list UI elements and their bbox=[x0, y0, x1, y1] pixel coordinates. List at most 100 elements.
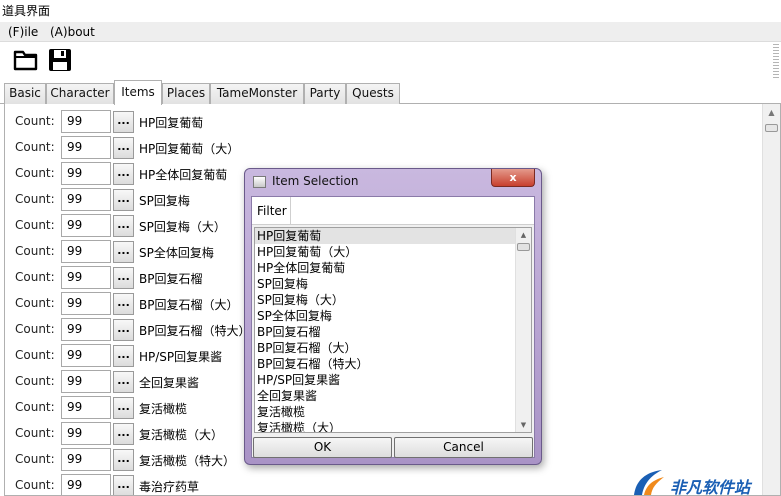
tab-strip: Basic Character Items Places TameMonster… bbox=[0, 80, 781, 105]
count-input[interactable]: 99 bbox=[61, 110, 111, 133]
tab-quests[interactable]: Quests bbox=[346, 83, 400, 104]
browse-item-button[interactable]: ... bbox=[113, 189, 134, 211]
list-item[interactable]: HP回复葡萄 bbox=[255, 228, 517, 244]
scroll-thumb[interactable] bbox=[517, 243, 530, 251]
tab-places[interactable]: Places bbox=[162, 83, 210, 104]
count-label: Count: bbox=[15, 270, 55, 284]
browse-item-button[interactable]: ... bbox=[113, 215, 134, 237]
count-input[interactable]: 99 bbox=[61, 292, 111, 315]
close-button[interactable]: x bbox=[491, 169, 535, 187]
count-input[interactable]: 99 bbox=[61, 448, 111, 471]
cancel-button[interactable]: Cancel bbox=[394, 437, 533, 458]
count-input[interactable]: 99 bbox=[61, 136, 111, 159]
count-label: Count: bbox=[15, 192, 55, 206]
count-label: Count: bbox=[15, 244, 55, 258]
count-label: Count: bbox=[15, 322, 55, 336]
ok-button[interactable]: OK bbox=[253, 437, 392, 458]
filter-field[interactable]: Filter bbox=[252, 197, 534, 225]
scroll-up-icon[interactable]: ▲ bbox=[516, 229, 531, 241]
count-input[interactable]: 99 bbox=[61, 344, 111, 367]
count-label: Count: bbox=[15, 166, 55, 180]
count-input[interactable]: 99 bbox=[61, 266, 111, 289]
window-icon bbox=[253, 176, 266, 188]
count-input[interactable]: 99 bbox=[61, 370, 111, 393]
tab-basic[interactable]: Basic bbox=[4, 83, 46, 104]
list-item[interactable]: 全回复果酱 bbox=[255, 388, 517, 404]
count-input[interactable]: 99 bbox=[61, 188, 111, 211]
list-item[interactable]: BP回复石榴（大） bbox=[255, 340, 517, 356]
count-input[interactable]: 99 bbox=[61, 162, 111, 185]
count-label: Count: bbox=[15, 296, 55, 310]
browse-item-button[interactable]: ... bbox=[113, 163, 134, 185]
item-name: BP回复石榴（大） bbox=[139, 298, 239, 312]
count-input[interactable]: 99 bbox=[61, 318, 111, 341]
browse-item-button[interactable]: ... bbox=[113, 111, 134, 133]
watermark-text: 非凡软件站 bbox=[670, 478, 751, 496]
tab-character[interactable]: Character bbox=[46, 83, 114, 104]
save-icon[interactable] bbox=[46, 46, 74, 74]
item-name: SP回复梅 bbox=[139, 194, 190, 208]
browse-item-button[interactable]: ... bbox=[113, 267, 134, 289]
browse-item-button[interactable]: ... bbox=[113, 241, 134, 263]
scroll-down-icon[interactable]: ▼ bbox=[516, 419, 531, 431]
item-name: HP回复葡萄 bbox=[139, 116, 204, 130]
count-label: Count: bbox=[15, 426, 55, 440]
count-input[interactable]: 99 bbox=[61, 396, 111, 419]
list-item[interactable]: SP回复梅（大） bbox=[255, 292, 517, 308]
count-label: Count: bbox=[15, 452, 55, 466]
dialog-body: Filter HP回复葡萄 HP回复葡萄（大） HP全体回复葡萄 SP回复梅 S… bbox=[251, 196, 535, 458]
list-item[interactable]: HP/SP回复果酱 bbox=[255, 372, 517, 388]
open-folder-icon[interactable] bbox=[12, 46, 40, 74]
list-item[interactable]: 复活橄榄（大） bbox=[255, 420, 517, 432]
tab-party[interactable]: Party bbox=[304, 83, 346, 104]
browse-item-button[interactable]: ... bbox=[113, 319, 134, 341]
list-item[interactable]: HP回复葡萄（大） bbox=[255, 244, 517, 260]
item-row: Count: 99 ... HP回复葡萄 bbox=[5, 108, 745, 134]
browse-item-button[interactable]: ... bbox=[113, 423, 134, 445]
item-name: SP全体回复梅 bbox=[139, 246, 214, 260]
count-input[interactable]: 99 bbox=[61, 422, 111, 445]
item-name: 复活橄榄（大） bbox=[139, 428, 224, 442]
list-item[interactable]: BP回复石榴（特大） bbox=[255, 356, 517, 372]
browse-item-button[interactable]: ... bbox=[113, 397, 134, 419]
item-name: SP回复梅（大） bbox=[139, 220, 226, 234]
count-input[interactable]: 99 bbox=[61, 474, 111, 495]
browse-item-button[interactable]: ... bbox=[113, 449, 134, 471]
count-label: Count: bbox=[15, 374, 55, 388]
toolbar bbox=[0, 42, 781, 80]
item-name: 复活橄榄 bbox=[139, 402, 188, 416]
list-item[interactable]: HP全体回复葡萄 bbox=[255, 260, 517, 276]
window-title: 道具界面 bbox=[2, 4, 51, 18]
list-scrollbar[interactable]: ▲ ▼ bbox=[515, 228, 531, 432]
filter-divider bbox=[290, 197, 291, 225]
items-scrollbar[interactable]: ▲ bbox=[762, 104, 780, 495]
tab-items[interactable]: Items bbox=[114, 80, 162, 105]
browse-item-button[interactable]: ... bbox=[113, 293, 134, 315]
browse-item-button[interactable]: ... bbox=[113, 345, 134, 367]
dialog-title: Item Selection bbox=[272, 174, 359, 188]
list-item[interactable]: SP全体回复梅 bbox=[255, 308, 517, 324]
list-item[interactable]: SP回复梅 bbox=[255, 276, 517, 292]
count-label: Count: bbox=[15, 218, 55, 232]
filter-label: Filter bbox=[257, 204, 287, 218]
list-item[interactable]: 复活橄榄 bbox=[255, 404, 517, 420]
count-input[interactable]: 99 bbox=[61, 240, 111, 263]
watermark: 非凡软件站 bbox=[626, 468, 781, 496]
list-item[interactable]: BP回复石榴 bbox=[255, 324, 517, 340]
browse-item-button[interactable]: ... bbox=[113, 475, 134, 495]
count-input[interactable]: 99 bbox=[61, 214, 111, 237]
browse-item-button[interactable]: ... bbox=[113, 137, 134, 159]
tab-tamemonster[interactable]: TameMonster bbox=[210, 83, 304, 104]
toolbar-grip[interactable] bbox=[773, 44, 779, 78]
scroll-thumb[interactable] bbox=[765, 124, 778, 132]
scroll-up-icon[interactable]: ▲ bbox=[763, 106, 780, 120]
item-name: BP回复石榴 bbox=[139, 272, 203, 286]
count-label: Count: bbox=[15, 348, 55, 362]
item-selection-dialog: Item Selection x Filter HP回复葡萄 HP回复葡萄（大）… bbox=[244, 168, 542, 465]
item-name: HP回复葡萄（大） bbox=[139, 142, 240, 156]
menu-about[interactable]: (A)bout bbox=[50, 25, 95, 39]
browse-item-button[interactable]: ... bbox=[113, 371, 134, 393]
item-name: 复活橄榄（特大） bbox=[139, 454, 236, 468]
item-listbox[interactable]: HP回复葡萄 HP回复葡萄（大） HP全体回复葡萄 SP回复梅 SP回复梅（大）… bbox=[254, 227, 532, 433]
menu-file[interactable]: (F)ile bbox=[8, 25, 38, 39]
